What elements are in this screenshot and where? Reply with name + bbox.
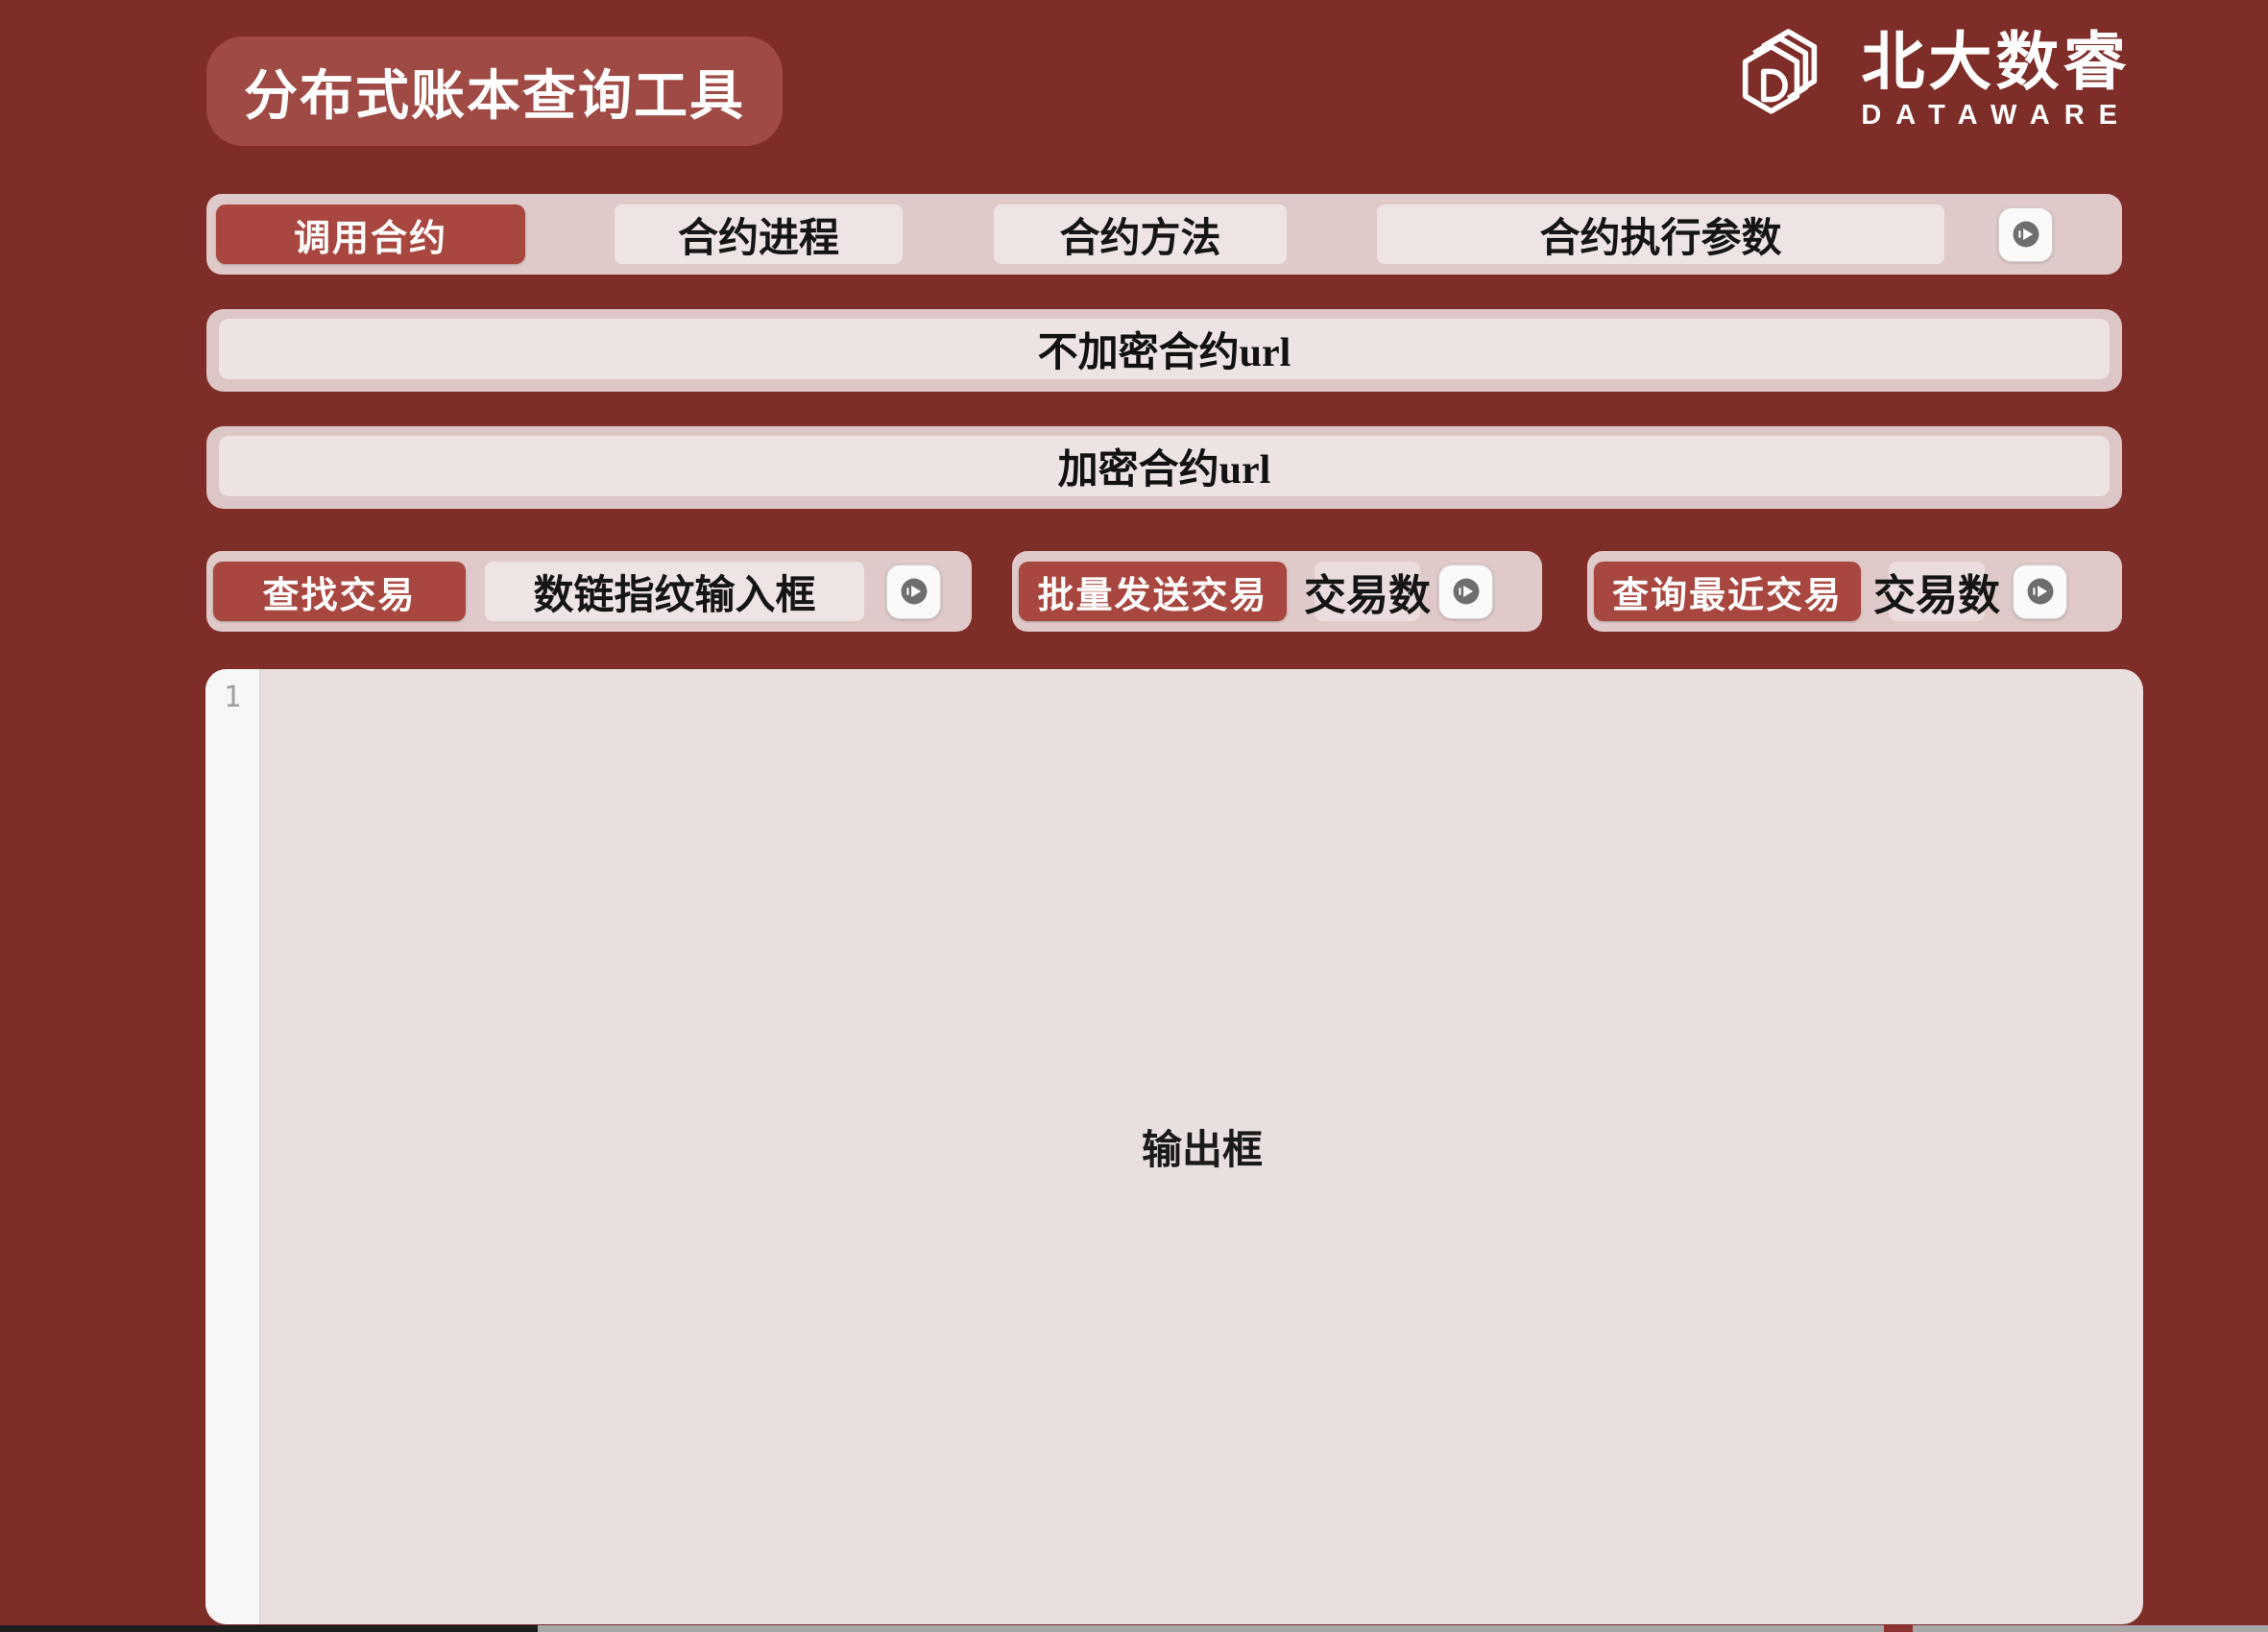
run-find-button[interactable] [886, 564, 941, 619]
run-recent-button[interactable] [2013, 564, 2067, 619]
batch-send-button[interactable]: 批量发送交易 [1019, 562, 1287, 621]
output-textbox[interactable]: 输出框 [261, 669, 2143, 1624]
line-number-gutter: 1 [205, 669, 261, 1624]
play-icon [2010, 218, 2042, 251]
play-icon [1450, 575, 1483, 608]
page-title: 分布式账本查询工具 [206, 36, 783, 146]
run-contract-button[interactable] [1998, 207, 2053, 262]
logo-icon [1730, 23, 1838, 135]
invoke-contract-button[interactable]: 调用合约 [216, 204, 525, 264]
plain-url-field[interactable]: 不加密合约url [219, 319, 2110, 379]
find-transaction-group: 查找交易 数链指纹输入框 [206, 551, 972, 632]
output-panel: 1 输出框 [205, 669, 2143, 1624]
run-batch-button[interactable] [1438, 564, 1493, 619]
taskbar-strip-dark-segment [0, 1625, 538, 1632]
batch-count-input[interactable]: 交易数 [1315, 562, 1420, 621]
brand-logo: 北大数睿 DATAWARE [1730, 23, 2132, 135]
play-icon [2024, 575, 2057, 608]
recent-query-button[interactable]: 查询最近交易 [1594, 562, 1861, 621]
encrypted-url-field[interactable]: 加密合约url [219, 436, 2110, 496]
find-transaction-button[interactable]: 查找交易 [213, 562, 466, 621]
logo-text: 北大数睿 DATAWARE [1861, 27, 2132, 132]
encrypted-url-bar: 加密合约url [206, 426, 2122, 509]
plain-url-bar: 不加密合约url [206, 309, 2122, 392]
chain-fingerprint-input[interactable]: 数链指纹输入框 [485, 562, 864, 621]
contract-method-field[interactable]: 合约方法 [994, 204, 1287, 264]
line-number: 1 [224, 681, 241, 714]
recent-transaction-group: 查询最近交易 交易数 [1587, 551, 2122, 632]
taskbar-strip-red-segment [1884, 1625, 1913, 1632]
brand-subtitle: DATAWARE [1861, 100, 2132, 132]
play-icon [898, 575, 930, 608]
contract-params-field[interactable]: 合约执行参数 [1377, 204, 1944, 264]
brand-name: 北大数睿 [1861, 27, 2130, 97]
transaction-bar: 查找交易 数链指纹输入框 批量发送交易 交易数 查询最近交易 交易数 [206, 551, 2122, 632]
batch-send-group: 批量发送交易 交易数 [1012, 551, 1542, 632]
contract-process-field[interactable]: 合约进程 [615, 204, 903, 264]
taskbar-strip [0, 1625, 2268, 1632]
page-title-text: 分布式账本查询工具 [244, 53, 745, 131]
contract-bar: 调用合约 合约进程 合约方法 合约执行参数 [206, 194, 2122, 275]
recent-count-input[interactable]: 交易数 [1889, 562, 1985, 621]
